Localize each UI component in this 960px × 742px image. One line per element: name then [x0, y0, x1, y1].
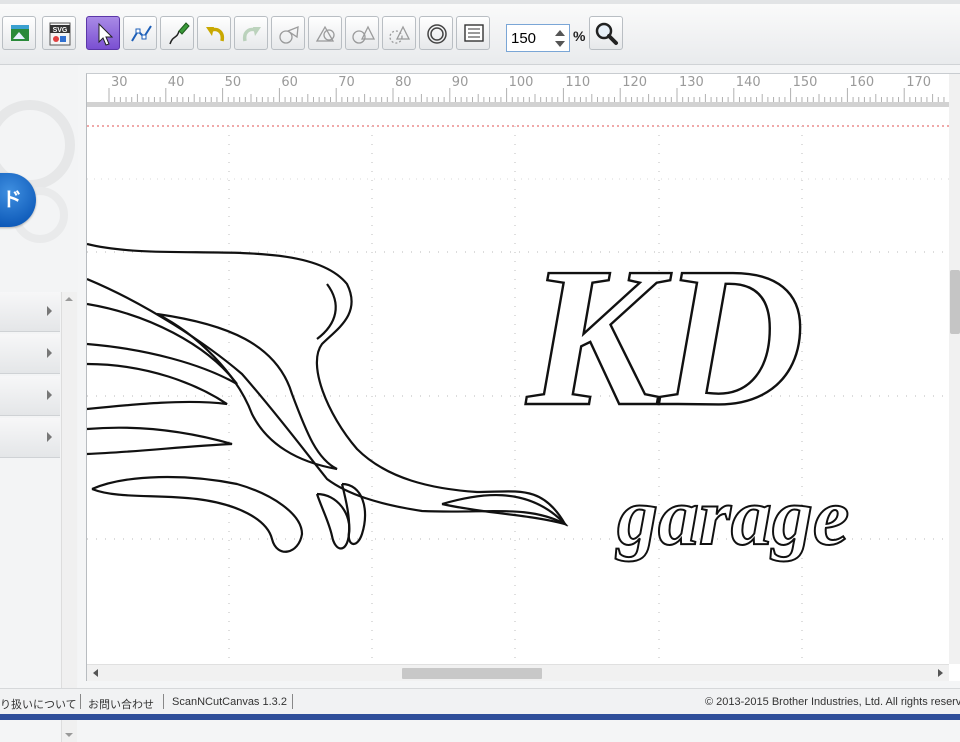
footer-divider [80, 694, 81, 709]
zoom-field[interactable] [506, 24, 570, 52]
redo-button[interactable] [234, 16, 268, 50]
shape-3-icon [352, 25, 376, 44]
zoom-up-icon[interactable] [553, 27, 567, 38]
text-box-button[interactable] [456, 16, 490, 50]
shape-1-icon [279, 25, 299, 44]
select-tool-icon [98, 22, 114, 46]
vertical-scroll-thumb[interactable] [950, 270, 960, 334]
scroll-down-icon[interactable] [65, 733, 73, 737]
left-panel: ド [0, 65, 78, 742]
footer-divider [292, 694, 293, 709]
select-tool-button[interactable] [86, 16, 120, 50]
arrow-right-icon [47, 390, 52, 400]
text-box-icon [464, 24, 484, 42]
canvas-horizontal-scrollbar[interactable] [87, 664, 949, 681]
shape-1-button[interactable] [271, 16, 305, 50]
wing-design[interactable] [87, 242, 569, 553]
main-toolbar: SVG 150 % [0, 0, 960, 65]
zoom-down-icon[interactable] [553, 39, 567, 50]
shape-4-button[interactable] [382, 16, 416, 50]
horizontal-scroll-thumb[interactable] [402, 668, 542, 679]
zoom-unit-label: % [573, 28, 586, 44]
zoom-input[interactable] [509, 27, 551, 49]
footer-divider [163, 694, 164, 709]
design-canvas[interactable]: 30 40 50 60 70 80 90 100 110 120 130 140 150 160 170 [86, 73, 960, 681]
magnifier-icon [595, 22, 618, 45]
design-text-garage[interactable]: garage [614, 470, 850, 563]
shape-3-button[interactable] [345, 16, 379, 50]
tab-strip [0, 0, 960, 4]
pen-tool-icon [169, 22, 190, 45]
undo-button[interactable] [197, 16, 231, 50]
status-footer: り扱いについて お問い合わせ ScanNCutCanvas 1.3.2 © 20… [0, 688, 960, 715]
shape-2-button[interactable] [308, 16, 342, 50]
node-edit-button[interactable] [123, 16, 157, 50]
menu-item[interactable] [0, 418, 60, 458]
outline-icon [427, 24, 447, 44]
undo-icon [206, 27, 225, 42]
taskbar-edge [0, 714, 960, 720]
redo-icon [242, 27, 261, 42]
grid-lines [87, 126, 949, 664]
scroll-up-icon[interactable] [65, 297, 73, 301]
scroll-right-icon[interactable] [938, 669, 943, 677]
shape-4-icon [389, 25, 411, 44]
image-trace-button[interactable] [2, 16, 36, 50]
copyright-label: © 2013-2015 Brother Industries, Ltd. All… [705, 696, 960, 708]
pen-tool-button[interactable] [160, 16, 194, 50]
arrow-right-icon [47, 432, 52, 442]
scroll-left-icon[interactable] [93, 669, 98, 677]
node-edit-icon [131, 25, 152, 42]
usage-terms-link[interactable]: り扱いについて [0, 696, 77, 712]
menu-item[interactable] [0, 376, 60, 416]
outline-button[interactable] [419, 16, 453, 50]
design-text-kd[interactable]: KD [524, 226, 806, 449]
category-menu [0, 292, 60, 460]
svg-import-button[interactable]: SVG [42, 16, 76, 50]
svg-import-icon: SVG [49, 22, 71, 46]
menu-item[interactable] [0, 292, 60, 332]
menu-item[interactable] [0, 334, 60, 374]
canvas-vertical-scrollbar[interactable] [949, 74, 960, 664]
arrow-right-icon [47, 348, 52, 358]
svg-text:SVG: SVG [53, 27, 68, 34]
contact-link[interactable]: お問い合わせ [88, 696, 154, 712]
zoom-button[interactable] [589, 16, 623, 50]
arrow-right-icon [47, 306, 52, 316]
image-trace-icon [11, 25, 29, 41]
version-label: ScanNCutCanvas 1.3.2 [172, 696, 287, 708]
shape-2-icon [315, 25, 335, 42]
artboard[interactable]: KD garage [87, 74, 949, 664]
panel-scrollbar[interactable] [61, 292, 77, 742]
